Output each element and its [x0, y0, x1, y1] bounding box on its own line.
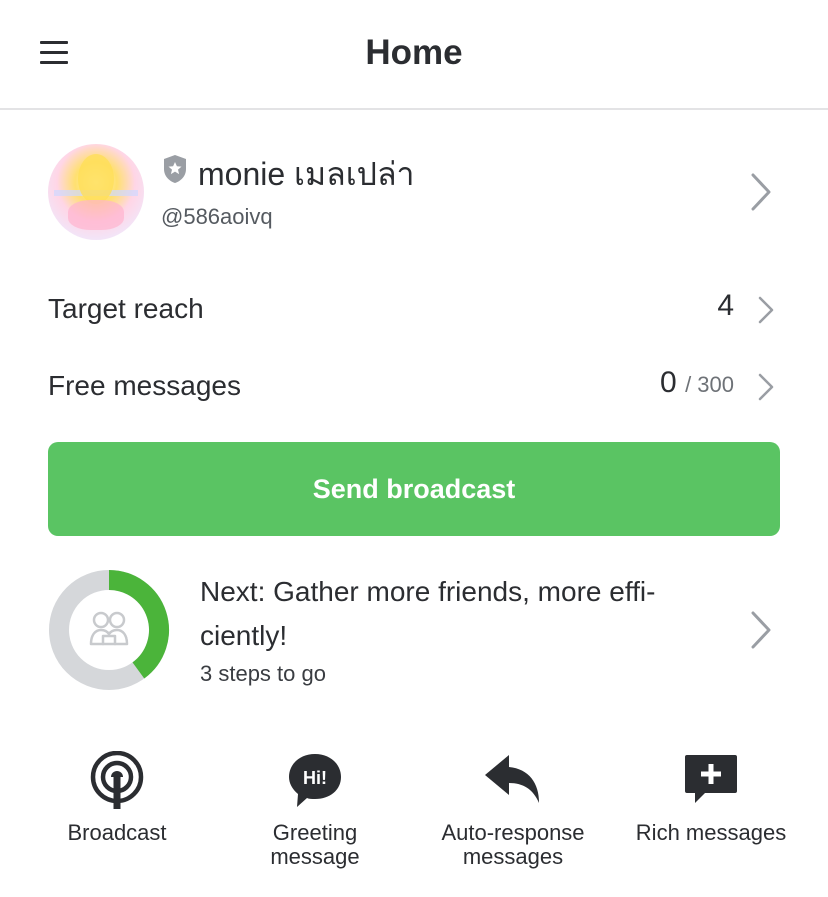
free-messages-limit: / 300	[685, 372, 734, 397]
friends-group-icon	[89, 611, 129, 646]
free-messages-value: 0 / 300	[660, 366, 734, 400]
add-message-icon	[685, 755, 737, 803]
shield-star-icon	[164, 155, 186, 183]
progress-arc	[108, 570, 169, 679]
shortcut-label: Greeting message	[270, 820, 360, 869]
shortcut-label: Auto-response messages	[441, 820, 585, 869]
chevron-right-icon	[758, 296, 774, 324]
shortcut-label: Broadcast	[67, 820, 167, 845]
auto-response-shortcut[interactable]: Auto-response messages	[413, 745, 613, 885]
broadcast-icon	[90, 751, 144, 809]
next-step-title: Next: Gather more friends, more effi-cie…	[200, 570, 700, 658]
svg-text:Hi!: Hi!	[303, 768, 327, 788]
send-broadcast-button[interactable]: Send broadcast	[48, 442, 780, 536]
target-reach-row[interactable]: Target reach 4	[0, 281, 828, 341]
progress-ring	[49, 570, 169, 690]
account-id: @586aoivq	[161, 204, 273, 229]
page-title: Home	[365, 33, 463, 72]
free-messages-count: 0	[660, 366, 677, 399]
profile-card[interactable]: monie เมลเปล่า @586aoivq	[0, 140, 828, 250]
reply-arrow-icon	[485, 755, 539, 803]
broadcast-shortcut[interactable]: Broadcast	[17, 745, 217, 885]
header-bar: Home	[0, 0, 828, 110]
target-reach-value: 4	[717, 289, 734, 322]
account-name: monie เมลเปล่า	[198, 156, 415, 192]
target-reach-label: Target reach	[48, 293, 204, 324]
shortcut-label: Rich messages	[635, 820, 787, 845]
shortcut-bar: Broadcast Hi! Greeting message Auto-respo…	[0, 745, 828, 885]
chevron-right-icon	[751, 173, 771, 211]
chevron-right-icon	[758, 373, 774, 401]
greeting-message-shortcut[interactable]: Hi! Greeting message	[215, 745, 415, 885]
free-messages-row[interactable]: Free messages 0 / 300	[0, 358, 828, 418]
free-messages-label: Free messages	[48, 370, 241, 401]
steps-remaining: 3 steps to go	[200, 661, 326, 686]
greeting-hi-icon: Hi!	[289, 754, 341, 807]
next-step-title-line: Next: Gather more friends, more effi-	[200, 576, 656, 607]
next-step-card[interactable]: Next: Gather more friends, more effi-cie…	[0, 560, 828, 700]
avatar	[48, 144, 144, 240]
rich-messages-shortcut[interactable]: Rich messages	[611, 745, 811, 885]
next-step-title-line: ciently!	[200, 620, 288, 651]
chevron-right-icon	[751, 611, 771, 649]
